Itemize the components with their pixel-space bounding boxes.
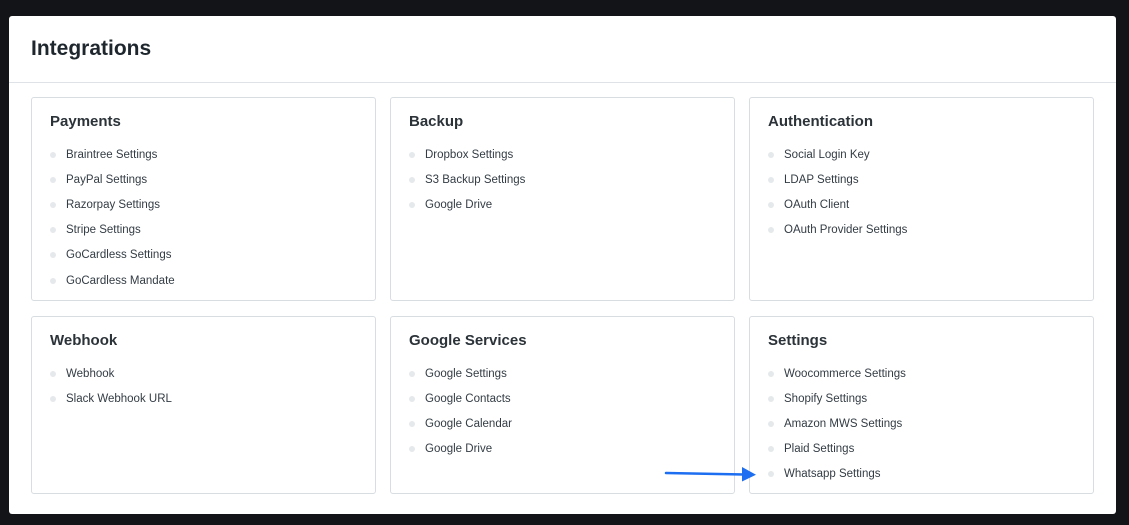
card-payments: Payments Braintree Settings PayPal Setti… [31,97,376,301]
link-woocommerce-settings[interactable]: Woocommerce Settings [768,361,1075,386]
card-backup: Backup Dropbox Settings S3 Backup Settin… [390,97,735,301]
bullet-icon [409,176,415,183]
link-label: Dropbox Settings [425,148,514,161]
link-label: Webhook [66,367,115,380]
link-list: Woocommerce Settings Shopify Settings Am… [768,361,1075,487]
link-google-settings[interactable]: Google Settings [409,361,716,386]
bullet-icon [768,370,774,377]
link-list: Google Settings Google Contacts Google C… [409,361,716,462]
card-title: Payments [50,113,121,130]
bullet-icon [50,370,56,377]
link-label: Google Drive [425,443,493,456]
bullet-icon [768,201,774,208]
link-oauth-client[interactable]: OAuth Client [768,192,1075,217]
bullet-icon [768,151,774,158]
bullet-icon [768,471,774,478]
link-ldap-settings[interactable]: LDAP Settings [768,167,1075,192]
link-social-login-key[interactable]: Social Login Key [768,142,1075,167]
link-braintree-settings[interactable]: Braintree Settings [50,142,357,167]
link-label: OAuth Provider Settings [784,224,908,237]
bullet-icon [50,176,56,183]
bullet-icon [409,201,415,208]
link-razorpay-settings[interactable]: Razorpay Settings [50,192,357,217]
link-list: Webhook Slack Webhook URL [50,361,357,411]
link-label: PayPal Settings [66,173,148,186]
link-label: Braintree Settings [66,148,158,161]
link-google-drive-backup[interactable]: Google Drive [409,192,716,217]
link-paypal-settings[interactable]: PayPal Settings [50,167,357,192]
link-label: OAuth Client [784,198,850,211]
bullet-icon [768,395,774,402]
bullet-icon [409,446,415,453]
link-label: GoCardless Mandate [66,274,175,287]
link-label: LDAP Settings [784,173,859,186]
link-label: Amazon MWS Settings [784,417,903,430]
link-list: Dropbox Settings S3 Backup Settings Goog… [409,142,716,218]
bullet-icon [50,201,56,208]
bullet-icon [50,227,56,234]
link-google-calendar[interactable]: Google Calendar [409,411,716,436]
card-title: Authentication [768,113,873,130]
bullet-icon [768,420,774,427]
link-label: Google Calendar [425,417,512,430]
link-label: Social Login Key [784,148,870,161]
link-label: Google Settings [425,367,507,380]
card-title: Webhook [50,332,118,349]
card-title: Google Services [409,332,527,349]
link-whatsapp-settings[interactable]: Whatsapp Settings [768,462,1075,487]
link-list: Braintree Settings PayPal Settings Razor… [50,142,357,293]
link-oauth-provider-settings[interactable]: OAuth Provider Settings [768,218,1075,243]
card-title: Backup [409,113,464,130]
link-label: Google Drive [425,198,493,211]
link-label: Slack Webhook URL [66,392,172,405]
link-s3-backup-settings[interactable]: S3 Backup Settings [409,167,716,192]
page-header: Integrations [9,16,1116,83]
bullet-icon [768,176,774,183]
bullet-icon [409,395,415,402]
link-label: Razorpay Settings [66,198,160,211]
link-stripe-settings[interactable]: Stripe Settings [50,218,357,243]
bullet-icon [768,446,774,453]
bullet-icon [409,151,415,158]
link-gocardless-mandate[interactable]: GoCardless Mandate [50,268,357,293]
card-title: Settings [768,332,828,349]
page-title: Integrations [31,37,152,60]
link-label: Stripe Settings [66,224,141,237]
card-webhook: Webhook Webhook Slack Webhook URL [31,316,376,494]
link-slack-webhook-url[interactable]: Slack Webhook URL [50,386,357,411]
link-label: Whatsapp Settings [784,468,881,481]
integrations-panel: Integrations Payments Braintree Settings… [9,16,1116,514]
link-google-contacts[interactable]: Google Contacts [409,386,716,411]
bullet-icon [50,151,56,158]
link-list: Social Login Key LDAP Settings OAuth Cli… [768,142,1075,243]
bullet-icon [50,277,56,284]
link-label: Google Contacts [425,392,511,405]
arrow-icon [664,467,756,482]
bullet-icon [409,370,415,377]
bullet-icon [409,420,415,427]
link-label: GoCardless Settings [66,249,172,262]
link-amazon-mws-settings[interactable]: Amazon MWS Settings [768,411,1075,436]
link-label: Shopify Settings [784,392,868,405]
link-shopify-settings[interactable]: Shopify Settings [768,386,1075,411]
link-webhook[interactable]: Webhook [50,361,357,386]
link-google-drive[interactable]: Google Drive [409,437,716,462]
card-settings: Settings Woocommerce Settings Shopify Se… [749,316,1094,494]
card-authentication: Authentication Social Login Key LDAP Set… [749,97,1094,301]
link-gocardless-settings[interactable]: GoCardless Settings [50,243,357,268]
link-dropbox-settings[interactable]: Dropbox Settings [409,142,716,167]
link-label: Woocommerce Settings [784,367,906,380]
bullet-icon [50,252,56,259]
link-label: Plaid Settings [784,443,855,456]
bullet-icon [768,227,774,234]
bullet-icon [50,395,56,402]
link-plaid-settings[interactable]: Plaid Settings [768,437,1075,462]
link-label: S3 Backup Settings [425,173,526,186]
